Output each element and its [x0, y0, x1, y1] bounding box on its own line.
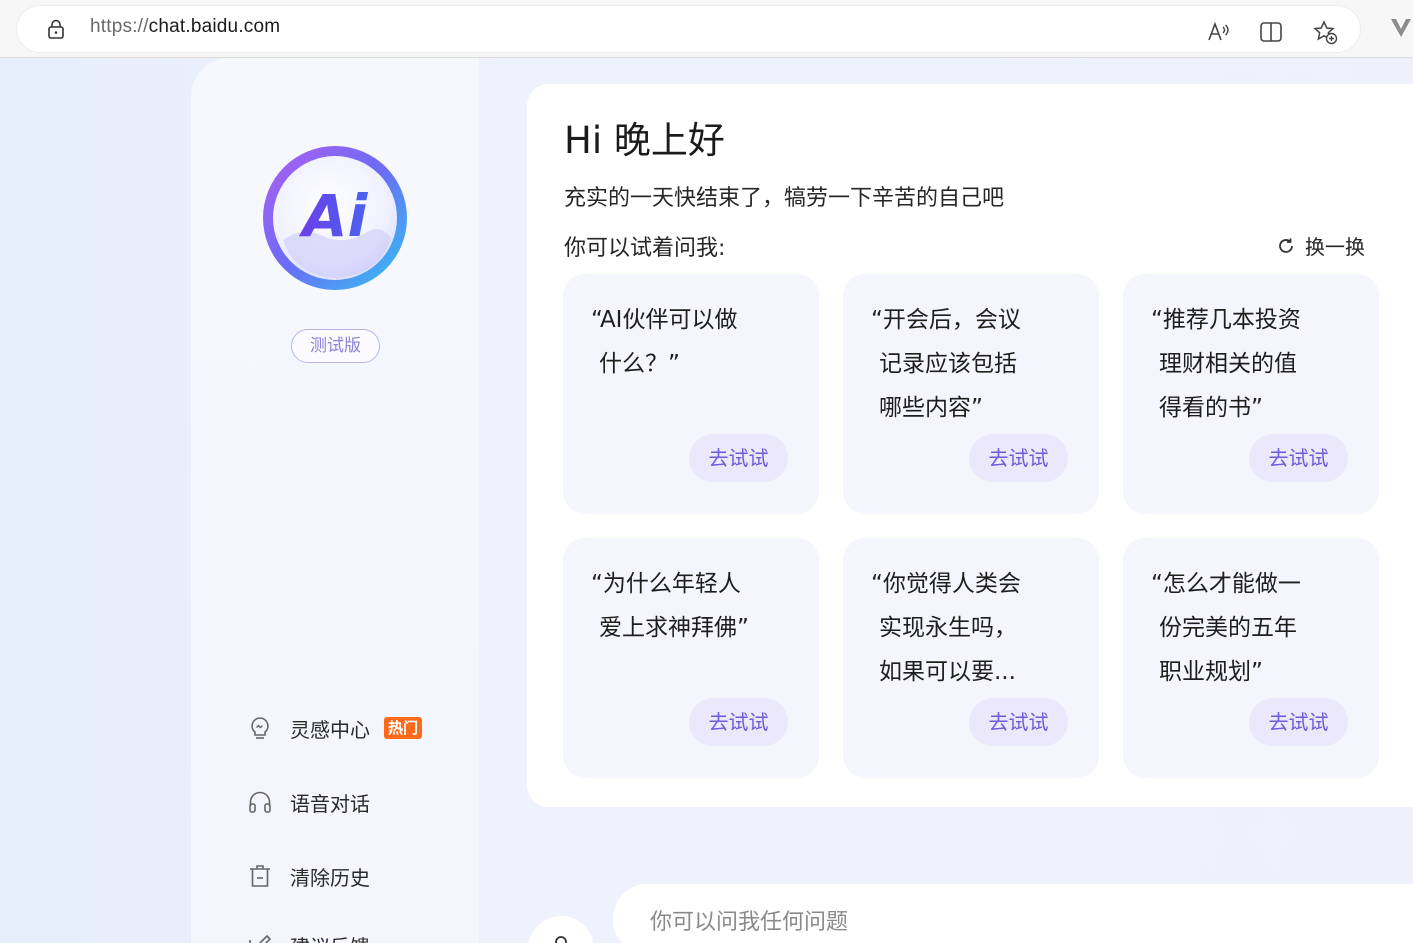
url-host: chat.baidu.com	[148, 16, 281, 37]
feedback-icon	[247, 932, 273, 943]
refresh-label: 换一换	[1305, 235, 1365, 259]
prompt-line: “开会后，会议	[871, 307, 1021, 333]
prompt-text: “怎么才能做一 份完美的五年 职业规划”	[1151, 562, 1363, 694]
prompt-line: 实现永生吗，	[879, 615, 1017, 641]
try-button[interactable]: 去试试	[1249, 698, 1348, 746]
prompt-text: “AI伙伴可以做什么？”	[591, 298, 803, 386]
prompt-text: “你觉得人类会 实现永生吗， 如果可以要...	[871, 562, 1083, 694]
logo-text: Ai	[299, 182, 369, 250]
try-button[interactable]: 去试试	[689, 698, 788, 746]
add-favorite-icon[interactable]	[1312, 19, 1338, 45]
sidebar-item-voice-chat[interactable]: 语音对话	[247, 785, 370, 819]
prompt-line: 什么？”	[599, 351, 680, 377]
beta-badge: 测试版	[291, 329, 380, 363]
prompt-line: 份完美的五年	[1159, 615, 1297, 641]
prompt-text: “为什么年轻人爱上求神拜佛”	[591, 562, 803, 650]
prompt-line: “为什么年轻人	[591, 571, 741, 597]
trash-icon	[247, 863, 273, 889]
url-text[interactable]: https://chat.baidu.com	[90, 16, 280, 38]
split-screen-icon[interactable]	[1258, 19, 1284, 45]
chat-input[interactable]: 你可以问我任何问题	[613, 884, 1413, 943]
sidebar-item-feedback[interactable]: 建议反馈	[247, 928, 370, 943]
prompt-line: 爱上求神拜佛”	[599, 615, 749, 641]
prompt-card[interactable]: “推荐几本投资 理财相关的值 得看的书” 去试试	[1123, 274, 1379, 514]
sidebar-item-clear-history[interactable]: 清除历史	[247, 859, 370, 893]
chat-input-placeholder: 你可以问我任何问题	[650, 910, 849, 935]
prompt-card[interactable]: “怎么才能做一 份完美的五年 职业规划” 去试试	[1123, 538, 1379, 778]
prompt-text: “推荐几本投资 理财相关的值 得看的书”	[1151, 298, 1363, 430]
prompt-line: 理财相关的值	[1159, 351, 1297, 377]
prompt-card[interactable]: “AI伙伴可以做什么？” 去试试	[563, 274, 819, 514]
hot-badge: 热门	[384, 717, 423, 739]
prompt-line: 职业规划”	[1159, 659, 1263, 685]
sidebar-item-inspiration[interactable]: 灵感中心 热门	[247, 711, 423, 745]
sidebar-item-label: 建议反馈	[290, 931, 370, 943]
refresh-icon	[1279, 238, 1293, 253]
prompt-card[interactable]: “为什么年轻人爱上求神拜佛” 去试试	[563, 538, 819, 778]
prompt-line: 哪些内容”	[879, 395, 983, 421]
try-ask-label: 你可以试着问我:	[564, 236, 726, 261]
greeting-subtitle: 充实的一天快结束了，犒劳一下辛苦的自己吧	[564, 186, 1005, 211]
prompt-text: “开会后，会议 记录应该包括 哪些内容”	[871, 298, 1083, 430]
user-icon	[555, 936, 567, 943]
address-bar[interactable]: https://chat.baidu.com	[17, 6, 1360, 52]
greeting-title: Hi 晚上好	[564, 119, 725, 162]
prompt-line: “你觉得人类会	[871, 571, 1021, 597]
try-button[interactable]: 去试试	[969, 698, 1068, 746]
ai-logo[interactable]: Ai	[261, 144, 409, 292]
refresh-button[interactable]: 换一换	[1276, 231, 1365, 260]
prompt-card[interactable]: “开会后，会议 记录应该包括 哪些内容” 去试试	[843, 274, 1099, 514]
sidebar-item-label: 清除历史	[290, 865, 370, 890]
prompt-line: “AI伙伴可以做	[591, 307, 738, 333]
assistant-button[interactable]	[528, 916, 594, 943]
lightbulb-icon	[247, 715, 273, 741]
read-aloud-icon[interactable]	[1205, 19, 1231, 45]
sidebar: Ai 测试版 灵感中心 热门 语音对话 清除历史	[191, 58, 479, 943]
lock-icon[interactable]	[45, 18, 67, 40]
sidebar-item-label: 语音对话	[290, 791, 370, 816]
prompt-line: 得看的书”	[1159, 395, 1263, 421]
extension-icon[interactable]	[1389, 16, 1413, 40]
try-button[interactable]: 去试试	[1249, 434, 1348, 482]
try-button[interactable]: 去试试	[689, 434, 788, 482]
welcome-card: Hi 晚上好 充实的一天快结束了，犒劳一下辛苦的自己吧 你可以试着问我: 换一换…	[527, 84, 1413, 807]
prompt-line: 记录应该包括	[879, 351, 1017, 377]
prompt-card[interactable]: “你觉得人类会 实现永生吗， 如果可以要... 去试试	[843, 538, 1099, 778]
prompt-line: “怎么才能做一	[1151, 571, 1301, 597]
try-button[interactable]: 去试试	[969, 434, 1068, 482]
sidebar-item-label: 灵感中心	[290, 717, 370, 742]
prompt-line: “推荐几本投资	[1151, 307, 1301, 333]
browser-toolbar: https://chat.baidu.com	[0, 0, 1413, 58]
headphones-icon	[247, 789, 273, 815]
url-scheme: https://	[90, 16, 149, 37]
prompt-line: 如果可以要...	[879, 659, 1016, 685]
